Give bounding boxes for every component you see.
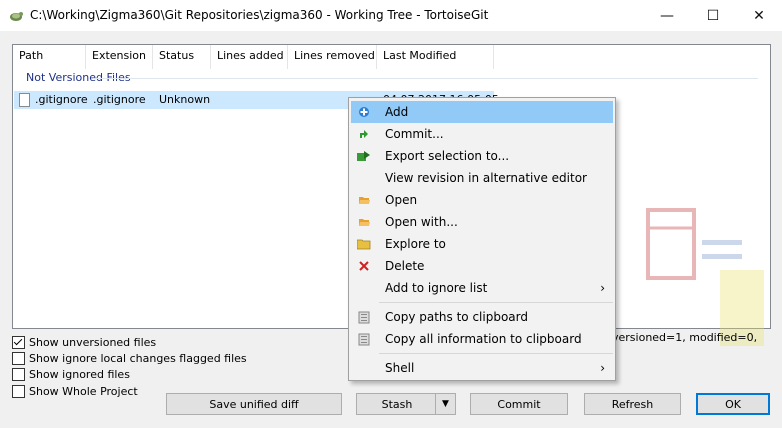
- stash-button[interactable]: Stash ▼: [356, 393, 456, 415]
- menu-item-shell[interactable]: Shell ›: [351, 357, 613, 379]
- commit-button[interactable]: Commit: [470, 393, 568, 415]
- menu-separator: [379, 353, 613, 354]
- minimize-button[interactable]: —: [644, 0, 690, 31]
- checkbox-box[interactable]: [12, 384, 25, 398]
- show-unversioned-checkbox[interactable]: Show unversioned files: [12, 334, 156, 350]
- close-button[interactable]: ✕: [736, 0, 782, 31]
- menu-item-label: Copy paths to clipboard: [385, 310, 528, 324]
- menu-item-open-with[interactable]: Open with...: [351, 211, 613, 233]
- cell-status: Unknown: [159, 93, 211, 106]
- menu-item-add-to-ignore-list[interactable]: Add to ignore list ›: [351, 277, 613, 299]
- menu-item-label: Add: [385, 105, 409, 119]
- menu-item-add[interactable]: Add: [351, 101, 613, 123]
- menu-item-explore-to[interactable]: Explore to: [351, 233, 613, 255]
- menu-item-label: Add to ignore list: [385, 281, 488, 295]
- menu-item-label: Explore to: [385, 237, 446, 251]
- menu-item-delete[interactable]: Delete: [351, 255, 613, 277]
- button-label: Save unified diff: [209, 397, 299, 411]
- cell-path: .gitignore: [35, 93, 88, 106]
- menu-item-open[interactable]: Open: [351, 189, 613, 211]
- diff-watermark-icon: [646, 208, 764, 346]
- checkbox-label: Show ignored files: [29, 367, 130, 381]
- menu-item-label: Open: [385, 193, 418, 207]
- add-icon: [357, 105, 371, 119]
- context-menu: Add Commit... Export selection to... Vie…: [348, 97, 616, 381]
- submenu-arrow-icon: ›: [600, 281, 605, 295]
- submenu-arrow-icon: ›: [600, 361, 605, 375]
- export-icon: [357, 149, 371, 163]
- list-header: Path Extension Status Lines added Lines …: [13, 45, 770, 69]
- open-with-icon: [357, 215, 371, 229]
- ok-button[interactable]: OK: [696, 393, 770, 415]
- checkbox-label: Show unversioned files: [29, 335, 157, 349]
- checkbox-box[interactable]: [12, 351, 25, 365]
- menu-item-label: Open with...: [385, 215, 458, 229]
- title-bar: C:\Working\Zigma360\Git Repositories\zig…: [0, 0, 782, 31]
- menu-separator: [379, 302, 613, 303]
- menu-item-view-revision-alternative-editor[interactable]: View revision in alternative editor: [351, 167, 613, 189]
- stash-dropdown-icon[interactable]: ▼: [435, 394, 455, 414]
- file-icon: [19, 93, 30, 107]
- column-header-lines-added[interactable]: Lines added: [211, 45, 288, 69]
- menu-item-label: Commit...: [385, 127, 444, 141]
- checkbox-box[interactable]: [12, 335, 25, 349]
- button-label: Stash: [381, 397, 413, 411]
- tortoisegit-app-icon: [10, 12, 23, 21]
- column-header-extension[interactable]: Extension: [86, 45, 153, 69]
- show-ignore-local-checkbox[interactable]: Show ignore local changes flagged files: [12, 350, 247, 366]
- menu-item-label: Copy all information to clipboard: [385, 332, 582, 346]
- button-label: OK: [725, 397, 741, 411]
- menu-item-copy-all-information[interactable]: Copy all information to clipboard: [351, 328, 613, 350]
- checkbox-label: Show Whole Project: [29, 384, 138, 398]
- menu-item-label: Shell: [385, 361, 415, 375]
- group-divider: [93, 78, 758, 79]
- clipboard-icon: [357, 310, 371, 324]
- status-summary: versioned=1, modified=0,: [612, 331, 758, 344]
- menu-item-copy-paths[interactable]: Copy paths to clipboard: [351, 306, 613, 328]
- button-label: Commit: [497, 397, 541, 411]
- clipboard-icon: [357, 332, 371, 346]
- column-header-status[interactable]: Status: [153, 45, 211, 69]
- column-header-path[interactable]: Path: [13, 45, 86, 69]
- window-title: C:\Working\Zigma360\Git Repositories\zig…: [30, 8, 489, 22]
- menu-item-label: View revision in alternative editor: [385, 171, 587, 185]
- show-whole-project-checkbox[interactable]: Show Whole Project: [12, 383, 138, 399]
- button-label: Refresh: [611, 397, 654, 411]
- commit-icon: [357, 127, 371, 141]
- cell-extension: .gitignore: [93, 93, 146, 106]
- save-unified-diff-button[interactable]: Save unified diff: [166, 393, 342, 415]
- checkbox-label: Show ignore local changes flagged files: [29, 351, 247, 365]
- checkbox-box[interactable]: [12, 367, 25, 381]
- folder-icon: [357, 237, 371, 251]
- maximize-button[interactable]: ☐: [690, 0, 736, 31]
- open-icon: [357, 193, 371, 207]
- menu-item-label: Export selection to...: [385, 149, 510, 163]
- menu-item-commit[interactable]: Commit...: [351, 123, 613, 145]
- column-header-lines-removed[interactable]: Lines removed: [288, 45, 377, 69]
- menu-item-label: Delete: [385, 259, 425, 273]
- show-ignored-checkbox[interactable]: Show ignored files: [12, 366, 130, 382]
- menu-item-export-selection[interactable]: Export selection to...: [351, 145, 613, 167]
- refresh-button[interactable]: Refresh: [584, 393, 681, 415]
- delete-icon: [357, 259, 371, 273]
- column-header-last-modified[interactable]: Last Modified: [377, 45, 494, 69]
